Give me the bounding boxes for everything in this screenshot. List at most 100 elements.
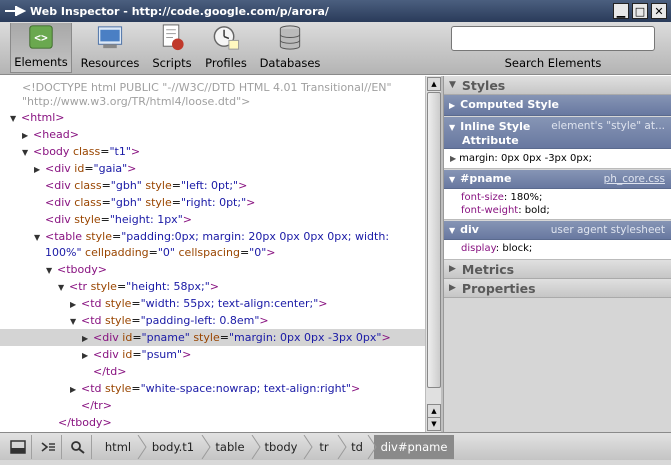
- attr-value: "left: 0pt;": [180, 179, 239, 192]
- tree-row-tbody[interactable]: ▼ <tbody>: [0, 261, 425, 278]
- attr-value: "psum": [141, 348, 183, 361]
- tree-row-head[interactable]: ▶ <head>: [0, 126, 425, 143]
- minimize-icon: ▁: [616, 4, 626, 18]
- breadcrumb-body[interactable]: body.t1: [142, 435, 204, 459]
- svg-text:<>: <>: [34, 32, 48, 45]
- collapsed-triangle-icon[interactable]: ▶: [82, 347, 93, 364]
- breadcrumb-separator-icon: [303, 435, 313, 459]
- profiles-icon: [213, 26, 240, 50]
- tree-vertical-scrollbar[interactable]: ▲ ▲ ▼: [425, 76, 441, 432]
- expanded-triangle-icon[interactable]: ▼: [70, 313, 81, 330]
- tree-row-div-gaia[interactable]: ▶ <div id="gaia">: [0, 160, 425, 177]
- div-rule-header[interactable]: ▼ div user agent stylesheet: [444, 221, 671, 240]
- dock-button[interactable]: [4, 435, 32, 459]
- tab-resources[interactable]: Resources: [78, 23, 142, 73]
- collapsed-triangle-icon[interactable]: ▶: [22, 127, 33, 144]
- attr-name: cellspacing: [178, 246, 240, 259]
- breadcrumb-tbody[interactable]: tbody: [256, 435, 306, 459]
- tree-row-div-psum[interactable]: ▶ <div id="psum">: [0, 346, 425, 363]
- window-titlebar: Web Inspector - http://code.google.com/p…: [0, 0, 671, 22]
- collapsed-triangle-icon[interactable]: ▶: [450, 154, 456, 163]
- tree-row-td-close[interactable]: </td>: [0, 363, 425, 380]
- search-elements-input[interactable]: [451, 26, 655, 51]
- tree-row-table[interactable]: ▼ <table style="padding:0px; margin: 20px…: [0, 228, 425, 245]
- tab-databases[interactable]: Databases: [256, 23, 324, 73]
- maximize-button[interactable]: □: [632, 3, 648, 19]
- inline-style-body: ▶ margin: 0px 0px -3px 0px;: [444, 149, 671, 169]
- expanded-triangle-icon[interactable]: ▼: [58, 279, 69, 296]
- metrics-section-header[interactable]: ▶ Metrics: [444, 260, 671, 279]
- tab-elements[interactable]: <> Elements: [10, 23, 72, 73]
- tab-elements-label: Elements: [14, 55, 68, 69]
- tree-row-div-gbh-right[interactable]: <div class="gbh" style="right: 0pt;">: [0, 194, 425, 211]
- scroll-up-arrow-icon[interactable]: ▲: [427, 77, 441, 91]
- expanded-triangle-icon[interactable]: ▼: [22, 144, 33, 161]
- pname-prop-font-size[interactable]: font-size: 180%;: [461, 191, 671, 204]
- dom-tree[interactable]: <!DOCTYPE html PUBLIC "-//W3C//DTD HTML …: [0, 76, 425, 432]
- inline-style-header[interactable]: ▼ Inline Style Attribute element's "style…: [444, 117, 671, 149]
- tree-row-body[interactable]: ▼ <body class="t1">: [0, 143, 425, 160]
- breadcrumb-table[interactable]: table: [206, 435, 254, 459]
- tab-databases-label: Databases: [259, 56, 321, 70]
- scroll-down-arrow-icon[interactable]: ▼: [427, 417, 441, 431]
- prop-name[interactable]: display: [461, 243, 496, 254]
- attr-name: style: [105, 297, 132, 310]
- toolbar: <> Elements Resources Scripts Profiles D…: [0, 22, 671, 75]
- expanded-triangle-icon[interactable]: ▼: [46, 262, 57, 279]
- tag-name: body: [42, 145, 70, 158]
- tab-profiles[interactable]: Profiles: [201, 23, 251, 73]
- attr-value: "padding:0px; margin: 20px 0px 0px 0px; …: [121, 230, 390, 243]
- tree-row-tbody-close[interactable]: </tbody>: [0, 414, 425, 431]
- attr-name: style: [74, 213, 101, 226]
- pname-rule-source-link[interactable]: ph_core.css: [604, 170, 665, 188]
- console-button[interactable]: [34, 435, 62, 459]
- expanded-triangle-icon[interactable]: ▼: [10, 110, 21, 127]
- tree-row-div-gbh-left[interactable]: <div class="gbh" style="left: 0pt;">: [0, 177, 425, 194]
- breadcrumb-html[interactable]: html: [96, 435, 140, 459]
- tree-row-td-1[interactable]: ▶ <td style="width: 55px; text-align:cent…: [0, 295, 425, 312]
- magnifier-icon: [70, 441, 85, 454]
- close-icon: ✕: [654, 4, 664, 18]
- attr-value: "height: 58px;": [126, 280, 210, 293]
- tree-row-div-height[interactable]: <div style="height: 1px">: [0, 211, 425, 228]
- scrollbar-thumb[interactable]: [427, 92, 441, 388]
- pname-rule-header[interactable]: ▼ #pname ph_core.css: [444, 170, 671, 189]
- breadcrumb-div-pname[interactable]: div#pname: [374, 435, 454, 459]
- div-rule-body: display: block;: [444, 240, 671, 260]
- tree-row-html[interactable]: ▼ <html>: [0, 109, 425, 126]
- collapsed-triangle-icon[interactable]: ▶: [34, 161, 45, 178]
- attr-value: "pname": [141, 331, 190, 344]
- properties-section-header[interactable]: ▶ Properties: [444, 279, 671, 298]
- inspector-pin-icon: [0, 0, 30, 22]
- minimize-button[interactable]: ▁: [613, 3, 629, 19]
- pname-prop-font-weight[interactable]: font-weight: bold;: [461, 204, 671, 217]
- dock-window-icon: [9, 440, 26, 454]
- tree-row-table-cont[interactable]: 100%" cellpadding="0" cellspacing="0">: [0, 244, 425, 261]
- tree-row-tr-close[interactable]: </tr>: [0, 397, 425, 414]
- collapsed-triangle-icon[interactable]: ▶: [82, 330, 93, 347]
- inspect-element-button[interactable]: [64, 435, 92, 459]
- window-bottom-edge: [0, 460, 671, 465]
- tab-scripts[interactable]: Scripts: [148, 23, 196, 73]
- attr-name: style: [90, 280, 117, 293]
- collapsed-triangle-icon[interactable]: ▶: [70, 381, 81, 398]
- attr-name: style: [145, 196, 172, 209]
- prop-value[interactable]: block;: [502, 243, 532, 254]
- styles-section-header[interactable]: ▼ Styles: [444, 76, 671, 95]
- collapsed-triangle-icon[interactable]: ▶: [70, 296, 81, 313]
- scroll-up-arrow-icon[interactable]: ▲: [427, 404, 441, 418]
- computed-style-header[interactable]: ▶ Computed Style: [444, 95, 671, 116]
- attr-value: "padding-left: 0.8em": [140, 314, 260, 327]
- window-title: Web Inspector - http://code.google.com/p…: [30, 4, 329, 18]
- expanded-triangle-icon: ▼: [449, 80, 456, 90]
- tree-row-tr[interactable]: ▼ <tr style="height: 58px;">: [0, 278, 425, 295]
- tree-row-td-3[interactable]: ▶ <td style="white-space:nowrap; text-ali…: [0, 380, 425, 397]
- tab-scripts-label: Scripts: [152, 56, 192, 70]
- pname-rule-body: font-size: 180%; font-weight: bold;: [444, 189, 671, 220]
- inline-style-property[interactable]: margin: 0px 0px -3px 0px;: [459, 153, 592, 164]
- tree-row-doctype-cont[interactable]: "http://www.w3.org/TR/html4/loose.dtd">: [0, 93, 425, 110]
- attr-name: style: [145, 179, 172, 192]
- close-button[interactable]: ✕: [651, 3, 667, 19]
- tree-row-div-pname-selected[interactable]: ▶ <div id="pname" style="margin: 0px 0px …: [0, 329, 425, 346]
- tree-row-td-2[interactable]: ▼ <td style="padding-left: 0.8em">: [0, 312, 425, 329]
